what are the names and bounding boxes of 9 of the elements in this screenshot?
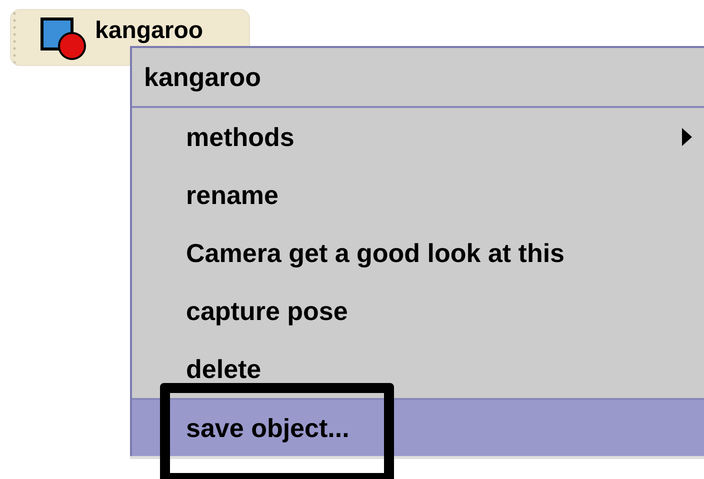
object-label: kangaroo (95, 18, 204, 42)
menu-title: kangaroo (132, 48, 704, 108)
menu-item[interactable]: capture pose (132, 282, 704, 340)
menu-item[interactable]: Camera get a good look at this (132, 224, 704, 282)
menu-item[interactable]: save object... (132, 398, 704, 456)
submenu-arrow-icon (682, 128, 692, 146)
menu-item[interactable]: delete (132, 340, 704, 398)
menu-item[interactable]: rename (132, 166, 704, 224)
menu-item[interactable]: methods (132, 108, 704, 166)
